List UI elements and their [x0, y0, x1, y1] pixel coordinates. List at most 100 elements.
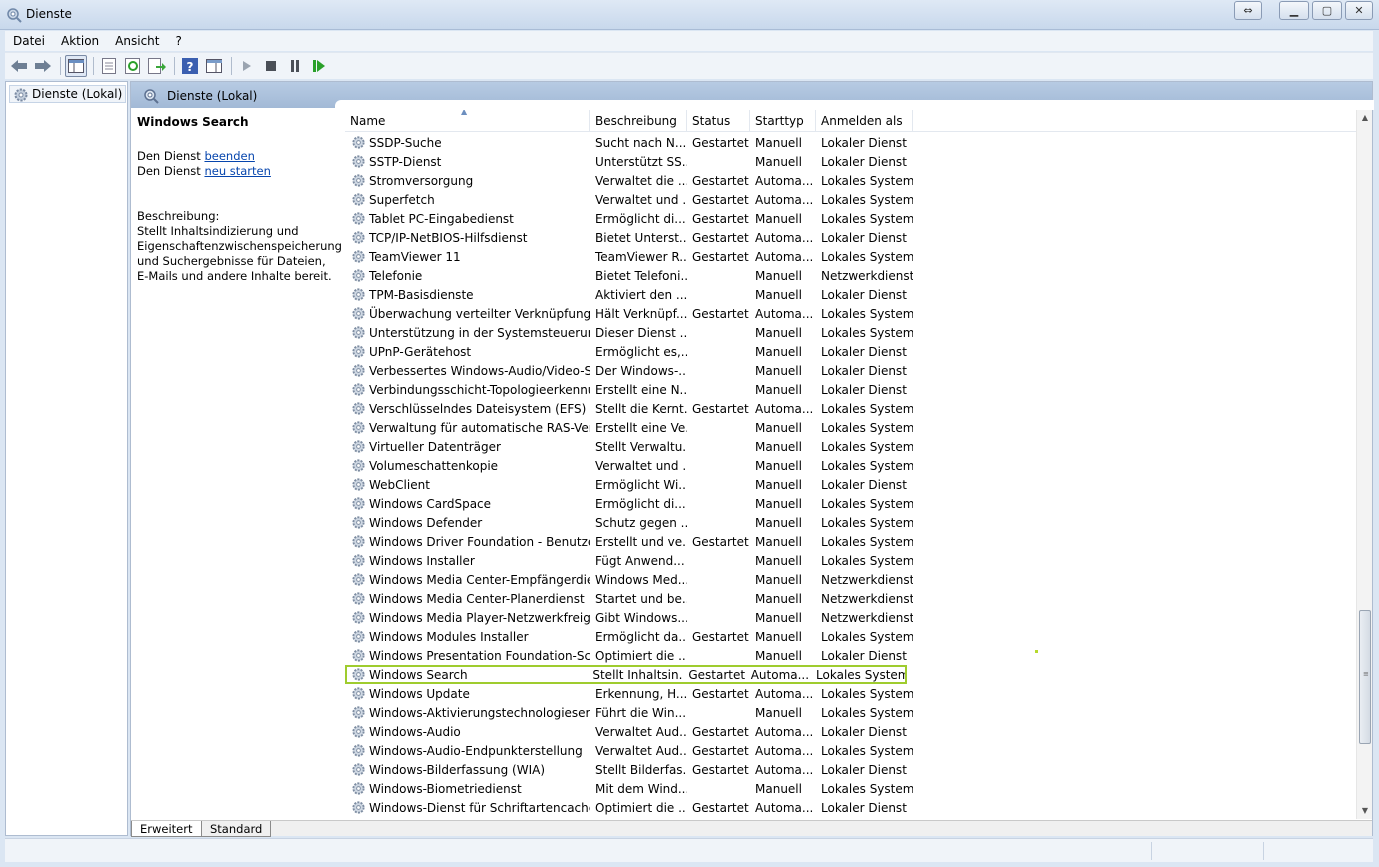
vertical-scrollbar[interactable]: ▲ ≡ ▼: [1356, 110, 1372, 819]
action-pane-icon[interactable]: [203, 55, 225, 77]
service-status-cell: Gestartet: [687, 193, 750, 207]
table-row[interactable]: Superfetch Verwaltet und ... Gestartet Auto…: [345, 190, 1357, 209]
table-row[interactable]: WebClient Ermöglicht Wi... Manuell Lokaler …: [345, 475, 1357, 494]
cell-text: Führt die Win...: [595, 705, 687, 720]
service-startup-type-cell: Manuell: [750, 554, 816, 568]
column-header-startup-type[interactable]: Starttyp: [750, 110, 816, 132]
table-row[interactable]: Windows-Aktivierungstechnologieservice Fü…: [345, 703, 1357, 722]
service-name-cell: Windows-Audio-Endpunkterstellung: [345, 743, 590, 758]
menu-aktion[interactable]: Aktion: [53, 34, 107, 48]
refresh-icon[interactable]: [122, 55, 144, 77]
tree-node-services-local[interactable]: Dienste (Lokal): [9, 85, 127, 103]
show-console-tree-icon[interactable]: [65, 55, 87, 77]
table-row[interactable]: Windows-Dienst für Schriftartencache Opti…: [345, 798, 1357, 817]
service-startup-type-cell: Automa...: [750, 744, 816, 758]
table-row[interactable]: Verbessertes Windows-Audio/Video-Str... D…: [345, 361, 1357, 380]
table-row[interactable]: Windows-Audio Verwaltet Aud... Gestartet Au…: [345, 722, 1357, 741]
scroll-thumb[interactable]: ≡: [1359, 610, 1371, 744]
service-log-on-as-cell: Lokaler Dienst: [816, 231, 913, 245]
service-description-cell: Erstellt und ve...: [590, 535, 687, 549]
scroll-up-icon[interactable]: ▲: [1357, 110, 1373, 126]
table-row[interactable]: Virtueller Datenträger Stellt Verwaltu...…: [345, 437, 1357, 456]
column-header-description[interactable]: Beschreibung: [590, 110, 687, 132]
table-row[interactable]: Windows Driver Foundation - Benutzer... E…: [345, 532, 1357, 551]
table-row[interactable]: Windows Installer Fügt Anwend... Manuell Lo…: [345, 551, 1357, 570]
table-row[interactable]: Stromversorgung Verwaltet die ... Gestarte…: [345, 171, 1357, 190]
properties-icon[interactable]: [98, 55, 120, 77]
column-header-status[interactable]: Status: [687, 110, 750, 132]
table-row[interactable]: Windows-Biometriedienst Mit dem Wind... Ma…: [345, 779, 1357, 798]
scroll-down-icon[interactable]: ▼: [1357, 803, 1373, 819]
service-startup-type-cell: Manuell: [750, 326, 816, 340]
table-row[interactable]: Verbindungsschicht-Topologieerkennu... Er…: [345, 380, 1357, 399]
stop-service-link[interactable]: beenden: [204, 149, 254, 163]
service-log-on-as-cell: Lokaler Dienst: [816, 725, 913, 739]
service-gear-icon: [352, 269, 365, 282]
service-description-cell: Schutz gegen ...: [590, 516, 687, 530]
table-row[interactable]: Verschlüsselndes Dateisystem (EFS) Stellt…: [345, 399, 1357, 418]
cell-text: Manuell: [755, 135, 802, 150]
table-row[interactable]: Windows Modules Installer Ermöglicht da..…: [345, 627, 1357, 646]
table-row[interactable]: Überwachung verteilter Verknüpfungen ...…: [345, 304, 1357, 323]
menu-ansicht[interactable]: Ansicht: [107, 34, 167, 48]
table-row[interactable]: Verwaltung für automatische RAS-Verbi...…: [345, 418, 1357, 437]
column-header-name[interactable]: ▲ Name: [345, 110, 590, 132]
menu-help[interactable]: ?: [167, 34, 189, 48]
restart-service-link[interactable]: neu starten: [204, 164, 270, 178]
cell-text: Gestartet: [692, 306, 749, 321]
cell-text: Netzwerkdienst: [821, 610, 913, 625]
service-name-cell: Windows Search: [345, 667, 587, 682]
tab-extended[interactable]: Erweitert: [131, 821, 202, 837]
table-row[interactable]: Windows Presentation Foundation-Schr... O…: [345, 646, 1357, 665]
service-description-cell: Ermöglicht es,...: [590, 345, 687, 359]
table-row[interactable]: Unterstützung in der Systemsteuerung u..…: [345, 323, 1357, 342]
column-header-log-on-as[interactable]: Anmelden als: [816, 110, 913, 132]
forward-icon[interactable]: [32, 55, 54, 77]
extended-description-panel: Windows Search Den Dienst beenden Den Di…: [137, 115, 342, 284]
tab-standard[interactable]: Standard: [201, 821, 272, 837]
cell-text: Lokaler Dienst: [821, 382, 907, 397]
cell-text: Unterstützung in der Systemsteuerung u..…: [369, 325, 590, 340]
table-row[interactable]: Tablet PC-Eingabedienst Ermöglicht di... G…: [345, 209, 1357, 228]
restart-service-icon[interactable]: [308, 55, 330, 77]
table-row[interactable]: SSDP-Suche Sucht nach N... Gestartet Manuel…: [345, 133, 1357, 152]
table-row[interactable]: TCP/IP-NetBIOS-Hilfsdienst Bietet Unterst…: [345, 228, 1357, 247]
help-icon[interactable]: ?: [179, 55, 201, 77]
cell-text: Optimiert die ...: [595, 800, 687, 815]
pause-service-icon[interactable]: [284, 55, 306, 77]
table-row[interactable]: Windows Media Player-Netzwerkfreigab... G…: [345, 608, 1357, 627]
table-row[interactable]: Windows Defender Schutz gegen ... Manuell L…: [345, 513, 1357, 532]
stop-service-icon[interactable]: [260, 55, 282, 77]
table-row[interactable]: Windows Media Center-Empfängerdienst Wind…: [345, 570, 1357, 589]
table-row[interactable]: Volumeschattenkopie Verwaltet und ... Manu…: [345, 456, 1357, 475]
service-status-cell: Gestartet: [687, 535, 750, 549]
cell-text: Gestartet: [692, 724, 749, 739]
table-row[interactable]: Windows Search Stellt Inhaltsin... Gestart…: [345, 665, 907, 684]
maximize-button[interactable]: ▢: [1312, 1, 1342, 20]
cell-text: WebClient: [369, 477, 430, 492]
table-row[interactable]: SSTP-Dienst Unterstützt SS... Manuell Lokal…: [345, 152, 1357, 171]
service-startup-type-cell: Manuell: [750, 478, 816, 492]
table-row[interactable]: Windows-Audio-Endpunkterstellung Verwalte…: [345, 741, 1357, 760]
table-row[interactable]: Windows Update Erkennung, H... Gestartet Au…: [345, 684, 1357, 703]
service-log-on-as-cell: Lokales System: [816, 174, 913, 188]
table-row[interactable]: Windows-Bilderfassung (WIA) Stellt Bilder…: [345, 760, 1357, 779]
resize-icon[interactable]: ⇔: [1234, 1, 1262, 20]
table-row[interactable]: TeamViewer 11 TeamViewer R... Gestartet Aut…: [345, 247, 1357, 266]
table-row[interactable]: Telefonie Bietet Telefoni... Manuell Netzwe…: [345, 266, 1357, 285]
cell-text: Gestartet: [692, 534, 749, 549]
export-list-icon[interactable]: [146, 55, 168, 77]
cell-text: Manuell: [755, 154, 802, 169]
service-startup-type-cell: Manuell: [750, 535, 816, 549]
menu-datei[interactable]: Datei: [5, 34, 53, 48]
table-row[interactable]: Windows Media Center-Planerdienst Startet…: [345, 589, 1357, 608]
table-row[interactable]: Windows CardSpace Ermöglicht di... Manuell…: [345, 494, 1357, 513]
start-service-icon[interactable]: [236, 55, 258, 77]
services-app-icon: [7, 8, 22, 23]
minimize-button[interactable]: ▁: [1279, 1, 1309, 20]
table-row[interactable]: UPnP-Gerätehost Ermöglicht es,... Manuell L…: [345, 342, 1357, 361]
back-icon[interactable]: [8, 55, 30, 77]
table-row[interactable]: TPM-Basisdienste Aktiviert den ... Manuell…: [345, 285, 1357, 304]
cell-text: Netzwerkdienst: [821, 572, 913, 587]
close-button[interactable]: ✕: [1345, 1, 1373, 20]
